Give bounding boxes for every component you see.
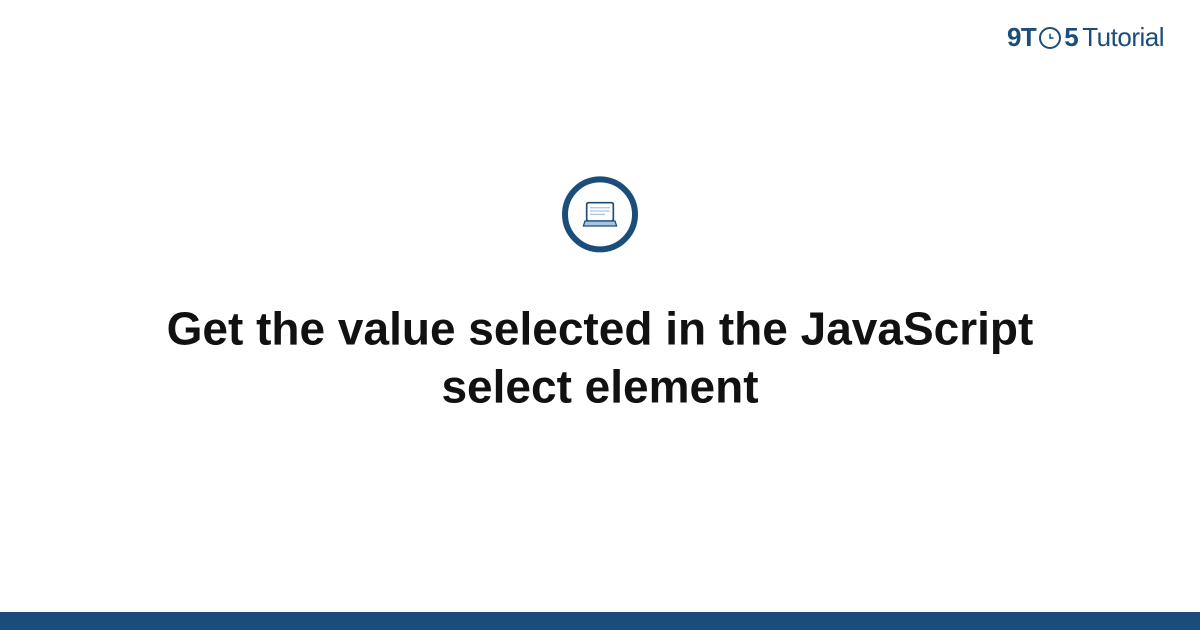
laptop-icon: [562, 176, 638, 252]
logo-text-5: 5: [1064, 22, 1078, 53]
clock-icon: [1039, 27, 1061, 49]
footer-bar: [0, 612, 1200, 630]
main-content: Get the value selected in the JavaScript…: [0, 176, 1200, 415]
page-title: Get the value selected in the JavaScript…: [150, 300, 1050, 415]
site-logo: 9T 5 Tutorial: [1007, 22, 1164, 53]
logo-text-9t: 9T: [1007, 22, 1036, 53]
logo-text-tutorial: Tutorial: [1082, 22, 1164, 53]
